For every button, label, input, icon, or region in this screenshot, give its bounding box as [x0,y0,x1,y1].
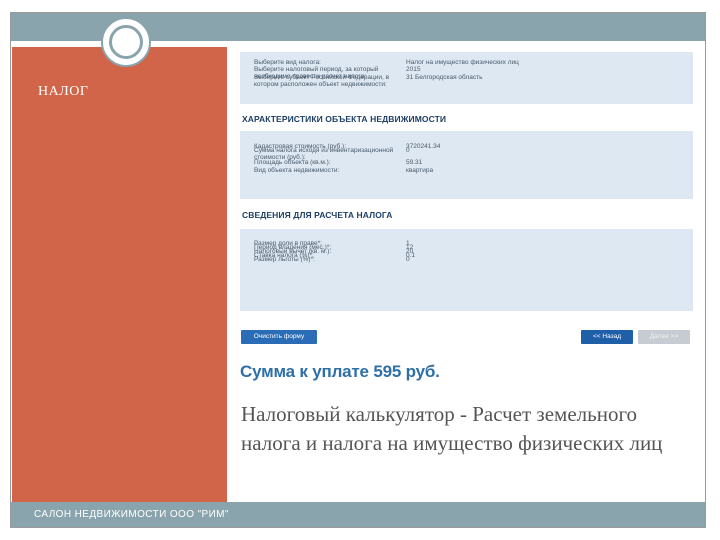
total-amount: Сумма к уплате 595 руб. [240,362,440,381]
form-label: Выберите субъект Российской Федерации, в… [254,74,390,88]
form-label: Вид объекта недвижимости: [254,167,340,174]
property-type-select[interactable]: квартира [406,167,433,174]
property-panel: Кадастровая стоимость (руб.): 3720241.34… [240,131,693,199]
property-section-title: ХАРАКТЕРИСТИКИ ОБЪЕКТА НЕДВИЖИМОСТИ [242,114,447,124]
slide-caption: Налоговый калькулятор - Расчет земельног… [241,402,663,455]
clear-form-button[interactable]: Очистить форму [241,330,317,344]
tax-type-panel: Выберите вид налога: Налог на имущество … [240,52,693,104]
footer-company-name: САЛОН НЕДВИЖИМОСТИ ООО "РИМ" [34,509,229,520]
inventory-tax-field[interactable]: 0 [406,147,410,154]
left-accent-panel [12,47,227,502]
cadastral-value-field[interactable]: 3720241.34 [406,143,440,150]
form-label: Выберите вид налога: [254,59,321,66]
calc-panel: Размер доли в праве*: 1 Период владения … [240,229,693,311]
slide-title: НАЛОГ [38,84,89,99]
back-button[interactable]: << Назад [581,330,633,344]
benefit-field[interactable]: 0 [406,256,410,263]
tax-period-select[interactable]: 2015 [406,66,420,73]
form-label: Размер льготы (%)*: [254,256,315,263]
region-select[interactable]: 31 Белгородская область [406,74,482,81]
tax-type-select[interactable]: Налог на имущество физических лиц [406,59,519,66]
next-button[interactable]: Далее >> [638,330,690,344]
form-label: Площадь объекта (кв.м.): [254,159,331,166]
area-field[interactable]: 59.31 [406,159,422,166]
circle-ornament-inner-icon [109,25,143,59]
calc-section-title: СВЕДЕНИЯ ДЛЯ РАСЧЕТА НАЛОГА [242,210,393,220]
